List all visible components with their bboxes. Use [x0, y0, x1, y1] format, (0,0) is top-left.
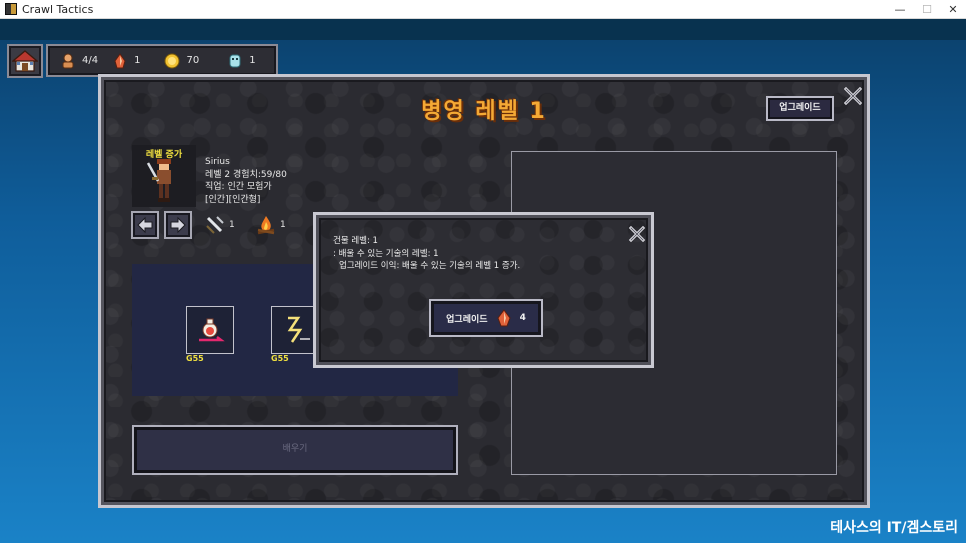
- hero-name: Sirius: [205, 157, 230, 167]
- minimize-button[interactable]: —: [885, 0, 915, 19]
- crystal-icon: [114, 52, 126, 68]
- campfire-icon: [257, 216, 275, 235]
- crystal-value: 1: [134, 55, 141, 66]
- resource-bar: 4/4 1 70 1: [46, 44, 278, 77]
- blue-token-icon: [229, 54, 241, 67]
- close-window-button[interactable]: ✕: [938, 0, 966, 19]
- resource-gold: 70: [164, 53, 199, 69]
- skill-slot-potion[interactable]: [186, 306, 234, 354]
- person-icon: [62, 53, 74, 68]
- resource-population: 4/4: [60, 53, 98, 69]
- window-titlebar: Crawl Tactics — ☐ ✕: [0, 0, 966, 19]
- fire-stat: 1: [255, 214, 286, 236]
- population-value: 4/4: [82, 55, 99, 66]
- hero-level-exp: 레벨 2 경험치:59/80: [205, 169, 287, 180]
- hero-tags: [인간][인간형]: [205, 194, 261, 205]
- gold-coin-icon: [164, 53, 180, 68]
- dialog-upgrade-benefit: 업그레이드 이익: 배울 수 있는 기술의 레벨 1 증가.: [339, 261, 521, 271]
- dialog-building-level: 건물 레벨: 1: [333, 236, 378, 246]
- next-hero-button[interactable]: [164, 211, 192, 239]
- attack-value: 1: [229, 220, 235, 230]
- upgrade-dialog: 건물 레벨: 1 : 배울 수 있는 기술의 레벨: 1 업그레이드 이익: 배…: [313, 212, 654, 368]
- crystal-icon: [496, 309, 511, 327]
- house-icon: [12, 50, 38, 72]
- dialog-text: 건물 레벨: 1 : 배울 수 있는 기술의 레벨: 1 업그레이드 이익: 배…: [333, 235, 520, 273]
- hero-info: Sirius 레벨 2 경험치:59/80 직업: 인간 모험가 [인간][인간…: [205, 156, 287, 206]
- potion-skill-icon: [199, 318, 225, 342]
- skill-price: G55: [186, 354, 204, 363]
- fire-value: 1: [280, 220, 286, 230]
- home-button[interactable]: [7, 44, 43, 78]
- app-top-strip: [0, 19, 966, 40]
- arrow-left-icon: [137, 216, 153, 234]
- window-title: Crawl Tactics: [22, 2, 94, 16]
- prev-hero-button[interactable]: [131, 211, 159, 239]
- arrow-right-icon: [170, 216, 186, 234]
- app-icon: [5, 3, 17, 15]
- panel-title: 병영 레벨 1: [421, 99, 547, 124]
- token-value: 1: [249, 55, 256, 66]
- attack-stat: 1: [204, 214, 235, 236]
- skill-slot-lightning[interactable]: [271, 306, 319, 354]
- panel-upgrade-button[interactable]: 업그레이드: [766, 96, 834, 121]
- lightning-skill-icon: [287, 316, 310, 343]
- dialog-upgrade-cost: 4: [519, 313, 526, 323]
- skill-price: G55: [271, 354, 289, 363]
- resource-token: 1: [227, 53, 256, 69]
- resource-crystal: 1: [112, 52, 141, 69]
- close-icon: [628, 225, 646, 243]
- dialog-skill-level: : 배울 수 있는 기술의 레벨: 1: [333, 248, 439, 259]
- gold-value: 70: [186, 55, 200, 66]
- hero-sprite-icon: [146, 159, 171, 202]
- watermark: 테사스의 IT/겜스토리: [830, 520, 958, 536]
- dialog-upgrade-label: 업그레이드: [446, 314, 488, 325]
- close-icon: [843, 86, 863, 106]
- learn-button[interactable]: 배우기: [132, 425, 458, 475]
- sword-icon: [206, 216, 224, 234]
- dialog-close-button[interactable]: [627, 224, 647, 244]
- hero-job: 직업: 인간 모험가: [205, 182, 272, 192]
- panel-close-button[interactable]: [842, 85, 864, 107]
- dialog-upgrade-button[interactable]: 업그레이드 4: [429, 299, 543, 337]
- hero-portrait[interactable]: 레벨 증가: [132, 145, 196, 207]
